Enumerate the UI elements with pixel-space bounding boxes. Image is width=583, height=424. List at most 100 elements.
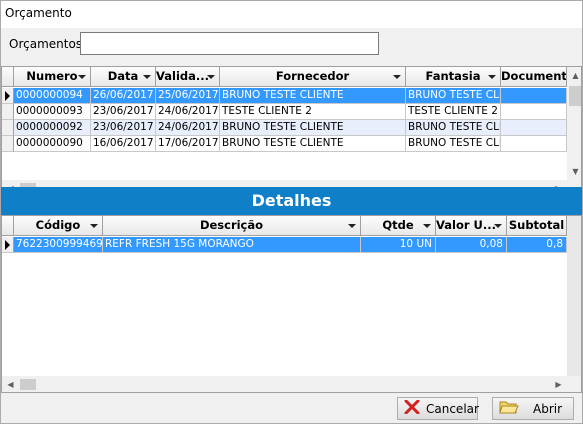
- row-indicator-header: [2, 67, 14, 87]
- table-row[interactable]: 0000000094 26/06/2017 25/06/2017 BRUNO TEST…: [2, 88, 567, 104]
- table-cell[interactable]: 0,8: [507, 237, 567, 253]
- table-cell[interactable]: BRUNO TESTE CLIENTE: [220, 120, 406, 136]
- table-cell[interactable]: 17/06/2017: [156, 136, 220, 152]
- col-header-data[interactable]: Data: [91, 67, 156, 87]
- table-cell[interactable]: BRUNO TESTE CLIE: [406, 120, 501, 136]
- col-header-label: Qtde: [382, 218, 414, 232]
- col-header-codigo[interactable]: Código: [14, 216, 103, 236]
- table-row[interactable]: 7622300999469 REFR FRESH 15G MORANGO 10 UN…: [2, 237, 567, 253]
- current-row-arrow-icon: [5, 240, 10, 250]
- table-cell[interactable]: [501, 120, 567, 136]
- table-cell[interactable]: [501, 136, 567, 152]
- table-cell[interactable]: 23/06/2017: [91, 104, 156, 120]
- table-cell[interactable]: BRUNO TESTE CLIE: [406, 136, 501, 152]
- details-grid[interactable]: Código Descrição Qtde Valor U... Subtota…: [1, 215, 582, 393]
- open-button[interactable]: Abrir: [492, 397, 574, 420]
- row-selector[interactable]: [2, 104, 14, 120]
- table-cell[interactable]: 24/06/2017: [156, 104, 220, 120]
- details-banner: Detalhes: [1, 187, 582, 215]
- window-title: Orçamento: [5, 6, 72, 20]
- table-cell[interactable]: 10 UN: [361, 237, 436, 253]
- table-cell[interactable]: REFR FRESH 15G MORANGO: [103, 237, 361, 253]
- dropdown-arrow-icon[interactable]: [78, 75, 86, 79]
- scroll-right-icon[interactable]: ▶: [550, 376, 567, 392]
- table-cell[interactable]: 23/06/2017: [91, 120, 156, 136]
- orcamento-window: Orçamento Orçamentos Numero Data Valida.…: [0, 0, 583, 424]
- orcamentos-grid[interactable]: Numero Data Valida... Fornecedor Fantasi…: [1, 66, 582, 198]
- dropdown-arrow-icon[interactable]: [207, 75, 215, 79]
- table-cell[interactable]: 0000000094: [14, 88, 91, 104]
- table-cell[interactable]: [501, 104, 567, 120]
- col-header-descricao[interactable]: Descrição: [103, 216, 361, 236]
- row-selector[interactable]: [2, 120, 14, 136]
- col-header-validade[interactable]: Valida...: [156, 67, 220, 87]
- dropdown-arrow-icon[interactable]: [393, 75, 401, 79]
- orcamentos-grid-header: Numero Data Valida... Fornecedor Fantasi…: [2, 67, 581, 87]
- scroll-up-icon[interactable]: ▲: [567, 67, 581, 84]
- table-cell[interactable]: 7622300999469: [14, 237, 103, 253]
- dropdown-arrow-icon[interactable]: [143, 75, 151, 79]
- table-cell[interactable]: 16/06/2017: [91, 136, 156, 152]
- scroll-down-icon[interactable]: ▼: [567, 163, 581, 180]
- col-header-subtotal[interactable]: Subtotal: [507, 216, 567, 236]
- table-cell[interactable]: 0000000093: [14, 104, 91, 120]
- scroll-thumb[interactable]: [20, 379, 36, 390]
- table-cell[interactable]: 0000000092: [14, 120, 91, 136]
- search-label: Orçamentos: [9, 37, 83, 51]
- col-header-label: Documento: [501, 69, 567, 83]
- scroll-left-icon[interactable]: ◀: [2, 376, 19, 392]
- row-indicator-header: [2, 216, 14, 236]
- col-header-label: Fantasia: [425, 69, 481, 83]
- open-folder-icon: [499, 399, 519, 418]
- col-header-label: Data: [107, 69, 139, 83]
- window-body: Orçamentos Numero Data Valida... Fornece…: [1, 28, 582, 423]
- col-header-label: Código: [35, 218, 81, 232]
- col-header-label: Valida...: [156, 69, 210, 83]
- details-grid-header: Código Descrição Qtde Valor U... Subtota…: [2, 216, 581, 236]
- title-bar: Orçamento: [1, 1, 582, 28]
- table-row[interactable]: 0000000093 23/06/2017 24/06/2017 TESTE CLIE…: [2, 104, 567, 120]
- horizontal-scrollbar[interactable]: ◀ ▶: [2, 376, 581, 392]
- table-cell[interactable]: 0000000090: [14, 136, 91, 152]
- table-cell[interactable]: 0,08: [436, 237, 507, 253]
- dropdown-arrow-icon[interactable]: [488, 75, 496, 79]
- col-header-documento[interactable]: Documento: [501, 67, 567, 87]
- col-header-label: Numero: [26, 69, 78, 83]
- table-cell[interactable]: 26/06/2017: [91, 88, 156, 104]
- table-cell[interactable]: [501, 88, 567, 104]
- search-input[interactable]: [80, 32, 379, 55]
- col-header-valor-unitario[interactable]: Valor U...: [436, 216, 507, 236]
- row-selector[interactable]: [2, 136, 14, 152]
- cancel-button[interactable]: Cancelar: [397, 397, 479, 420]
- col-header-fornecedor[interactable]: Fornecedor: [220, 67, 406, 87]
- table-cell[interactable]: BRUNO TESTE CLIENTE: [220, 88, 406, 104]
- close-x-icon: [404, 399, 420, 417]
- scroll-thumb[interactable]: [569, 86, 581, 106]
- row-selector[interactable]: [2, 237, 14, 253]
- col-header-numero[interactable]: Numero: [14, 67, 91, 87]
- table-cell[interactable]: BRUNO TESTE CLIENTE: [220, 136, 406, 152]
- table-cell[interactable]: BRUNO TESTE CLIE: [406, 88, 501, 104]
- col-header-fantasia[interactable]: Fantasia: [406, 67, 501, 87]
- dropdown-arrow-icon[interactable]: [348, 224, 356, 228]
- dropdown-arrow-icon[interactable]: [423, 224, 431, 228]
- dropdown-arrow-icon[interactable]: [90, 224, 98, 228]
- table-row[interactable]: 0000000092 23/06/2017 24/06/2017 BRUNO TEST…: [2, 120, 567, 136]
- table-cell[interactable]: 25/06/2017: [156, 88, 220, 104]
- table-cell[interactable]: 24/06/2017: [156, 120, 220, 136]
- vertical-scrollbar[interactable]: ▲ ▼: [567, 67, 581, 180]
- col-header-label: Valor U...: [436, 218, 496, 232]
- table-cell[interactable]: TESTE CLIENTE 2: [220, 104, 406, 120]
- vertical-scrollbar[interactable]: [567, 216, 581, 376]
- dropdown-arrow-icon[interactable]: [494, 224, 502, 228]
- table-row[interactable]: 0000000090 16/06/2017 17/06/2017 BRUNO TEST…: [2, 136, 567, 152]
- col-header-label: Subtotal: [508, 218, 565, 232]
- row-selector[interactable]: [2, 88, 14, 104]
- col-header-label: Fornecedor: [275, 69, 350, 83]
- cancel-button-label: Cancelar: [426, 401, 479, 416]
- col-header-qtde[interactable]: Qtde: [361, 216, 436, 236]
- current-row-arrow-icon: [5, 91, 10, 101]
- table-cell[interactable]: TESTE CLIENTE 2: [406, 104, 501, 120]
- col-header-label: Descrição: [199, 218, 264, 232]
- open-button-label: Abrir: [533, 401, 563, 416]
